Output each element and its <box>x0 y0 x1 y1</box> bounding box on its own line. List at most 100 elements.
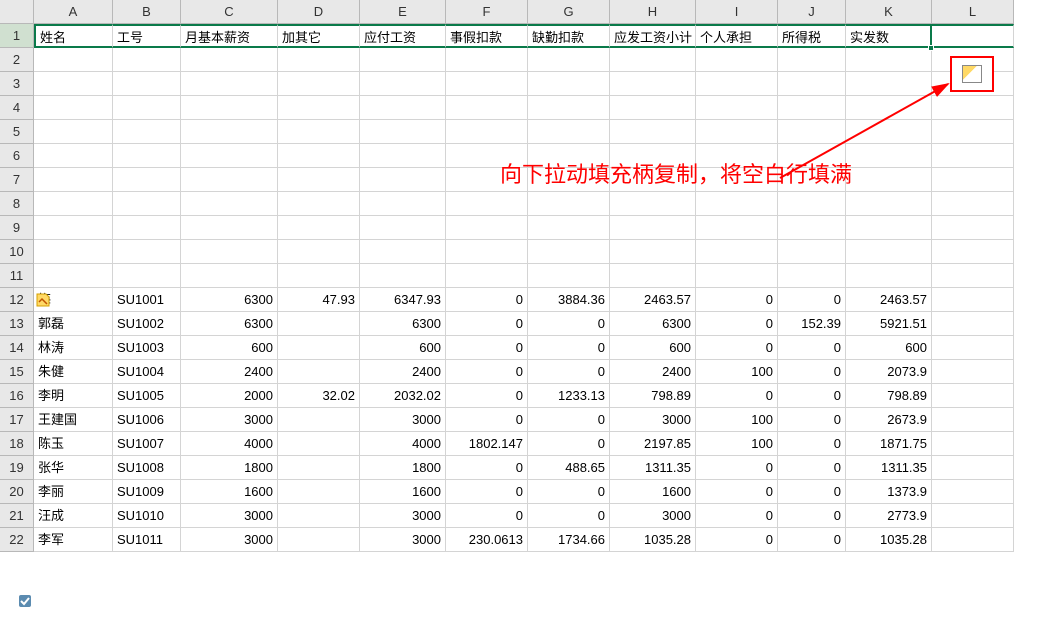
cell-E11[interactable] <box>360 264 446 288</box>
cell-H12[interactable]: 2463.57 <box>610 288 696 312</box>
cell-E17[interactable]: 3000 <box>360 408 446 432</box>
cell-D18[interactable] <box>278 432 360 456</box>
cell-J21[interactable]: 0 <box>778 504 846 528</box>
cell-I1[interactable]: 个人承担 <box>696 24 778 48</box>
cell-H5[interactable] <box>610 120 696 144</box>
cell-F10[interactable] <box>446 240 528 264</box>
cell-I14[interactable]: 0 <box>696 336 778 360</box>
cell-L20[interactable] <box>932 480 1014 504</box>
cell-D6[interactable] <box>278 144 360 168</box>
cell-G13[interactable]: 0 <box>528 312 610 336</box>
cell-K12[interactable]: 2463.57 <box>846 288 932 312</box>
row-header-9[interactable]: 9 <box>0 216 34 240</box>
cell-L18[interactable] <box>932 432 1014 456</box>
fill-handle[interactable] <box>928 45 934 51</box>
cell-F11[interactable] <box>446 264 528 288</box>
cell-F13[interactable]: 0 <box>446 312 528 336</box>
cell-C11[interactable] <box>181 264 278 288</box>
row-header-6[interactable]: 6 <box>0 144 34 168</box>
cell-C9[interactable] <box>181 216 278 240</box>
cell-C12[interactable]: 6300 <box>181 288 278 312</box>
cell-D15[interactable] <box>278 360 360 384</box>
cell-C7[interactable] <box>181 168 278 192</box>
cell-L5[interactable] <box>932 120 1014 144</box>
cell-H15[interactable]: 2400 <box>610 360 696 384</box>
cell-A19[interactable]: 张华 <box>34 456 113 480</box>
cell-L12[interactable] <box>932 288 1014 312</box>
cell-A18[interactable]: 陈玉 <box>34 432 113 456</box>
cell-L11[interactable] <box>932 264 1014 288</box>
cell-H1[interactable]: 应发工资小计 <box>610 24 696 48</box>
cell-K11[interactable] <box>846 264 932 288</box>
cell-J9[interactable] <box>778 216 846 240</box>
cell-A11[interactable] <box>34 264 113 288</box>
cell-G12[interactable]: 3884.36 <box>528 288 610 312</box>
cell-C19[interactable]: 1800 <box>181 456 278 480</box>
row-header-7[interactable]: 7 <box>0 168 34 192</box>
cell-F19[interactable]: 0 <box>446 456 528 480</box>
cell-F2[interactable] <box>446 48 528 72</box>
cell-E21[interactable]: 3000 <box>360 504 446 528</box>
row-header-13[interactable]: 13 <box>0 312 34 336</box>
cell-E6[interactable] <box>360 144 446 168</box>
row-header-10[interactable]: 10 <box>0 240 34 264</box>
cell-G16[interactable]: 1233.13 <box>528 384 610 408</box>
cell-E19[interactable]: 1800 <box>360 456 446 480</box>
cell-E22[interactable]: 3000 <box>360 528 446 552</box>
cell-B4[interactable] <box>113 96 181 120</box>
cell-D10[interactable] <box>278 240 360 264</box>
row-header-2[interactable]: 2 <box>0 48 34 72</box>
cell-F22[interactable]: 230.0613 <box>446 528 528 552</box>
cell-C3[interactable] <box>181 72 278 96</box>
cell-L8[interactable] <box>932 192 1014 216</box>
cell-G1[interactable]: 缺勤扣款 <box>528 24 610 48</box>
cell-A2[interactable] <box>34 48 113 72</box>
cell-B19[interactable]: SU1008 <box>113 456 181 480</box>
cell-B3[interactable] <box>113 72 181 96</box>
cell-E7[interactable] <box>360 168 446 192</box>
cell-K15[interactable]: 2073.9 <box>846 360 932 384</box>
cell-G10[interactable] <box>528 240 610 264</box>
cell-J15[interactable]: 0 <box>778 360 846 384</box>
cell-B9[interactable] <box>113 216 181 240</box>
cell-A13[interactable]: 郭磊 <box>34 312 113 336</box>
cell-B2[interactable] <box>113 48 181 72</box>
cell-E15[interactable]: 2400 <box>360 360 446 384</box>
cell-L9[interactable] <box>932 216 1014 240</box>
cell-E12[interactable]: 6347.93 <box>360 288 446 312</box>
cell-B5[interactable] <box>113 120 181 144</box>
cell-D8[interactable] <box>278 192 360 216</box>
cell-B8[interactable] <box>113 192 181 216</box>
cell-C2[interactable] <box>181 48 278 72</box>
spreadsheet-grid[interactable]: ABCDEFGHIJKL1姓名工号月基本薪资加其它应付工资事假扣款缺勤扣款应发工… <box>0 0 1014 552</box>
row-header-8[interactable]: 8 <box>0 192 34 216</box>
cell-E1[interactable]: 应付工资 <box>360 24 446 48</box>
cell-G20[interactable]: 0 <box>528 480 610 504</box>
cell-K19[interactable]: 1311.35 <box>846 456 932 480</box>
cell-J20[interactable]: 0 <box>778 480 846 504</box>
cell-J14[interactable]: 0 <box>778 336 846 360</box>
cell-J17[interactable]: 0 <box>778 408 846 432</box>
col-header-C[interactable]: C <box>181 0 278 24</box>
cell-C5[interactable] <box>181 120 278 144</box>
col-header-L[interactable]: L <box>932 0 1014 24</box>
cell-D12[interactable]: 47.93 <box>278 288 360 312</box>
cell-F21[interactable]: 0 <box>446 504 528 528</box>
cell-K10[interactable] <box>846 240 932 264</box>
cell-G4[interactable] <box>528 96 610 120</box>
cell-E3[interactable] <box>360 72 446 96</box>
cell-J13[interactable]: 152.39 <box>778 312 846 336</box>
cell-L14[interactable] <box>932 336 1014 360</box>
cell-E10[interactable] <box>360 240 446 264</box>
cell-C18[interactable]: 4000 <box>181 432 278 456</box>
cell-B6[interactable] <box>113 144 181 168</box>
cell-D20[interactable] <box>278 480 360 504</box>
cell-L15[interactable] <box>932 360 1014 384</box>
row-header-16[interactable]: 16 <box>0 384 34 408</box>
cell-J16[interactable]: 0 <box>778 384 846 408</box>
col-header-G[interactable]: G <box>528 0 610 24</box>
cell-B18[interactable]: SU1007 <box>113 432 181 456</box>
cell-J2[interactable] <box>778 48 846 72</box>
cell-D17[interactable] <box>278 408 360 432</box>
cell-I5[interactable] <box>696 120 778 144</box>
